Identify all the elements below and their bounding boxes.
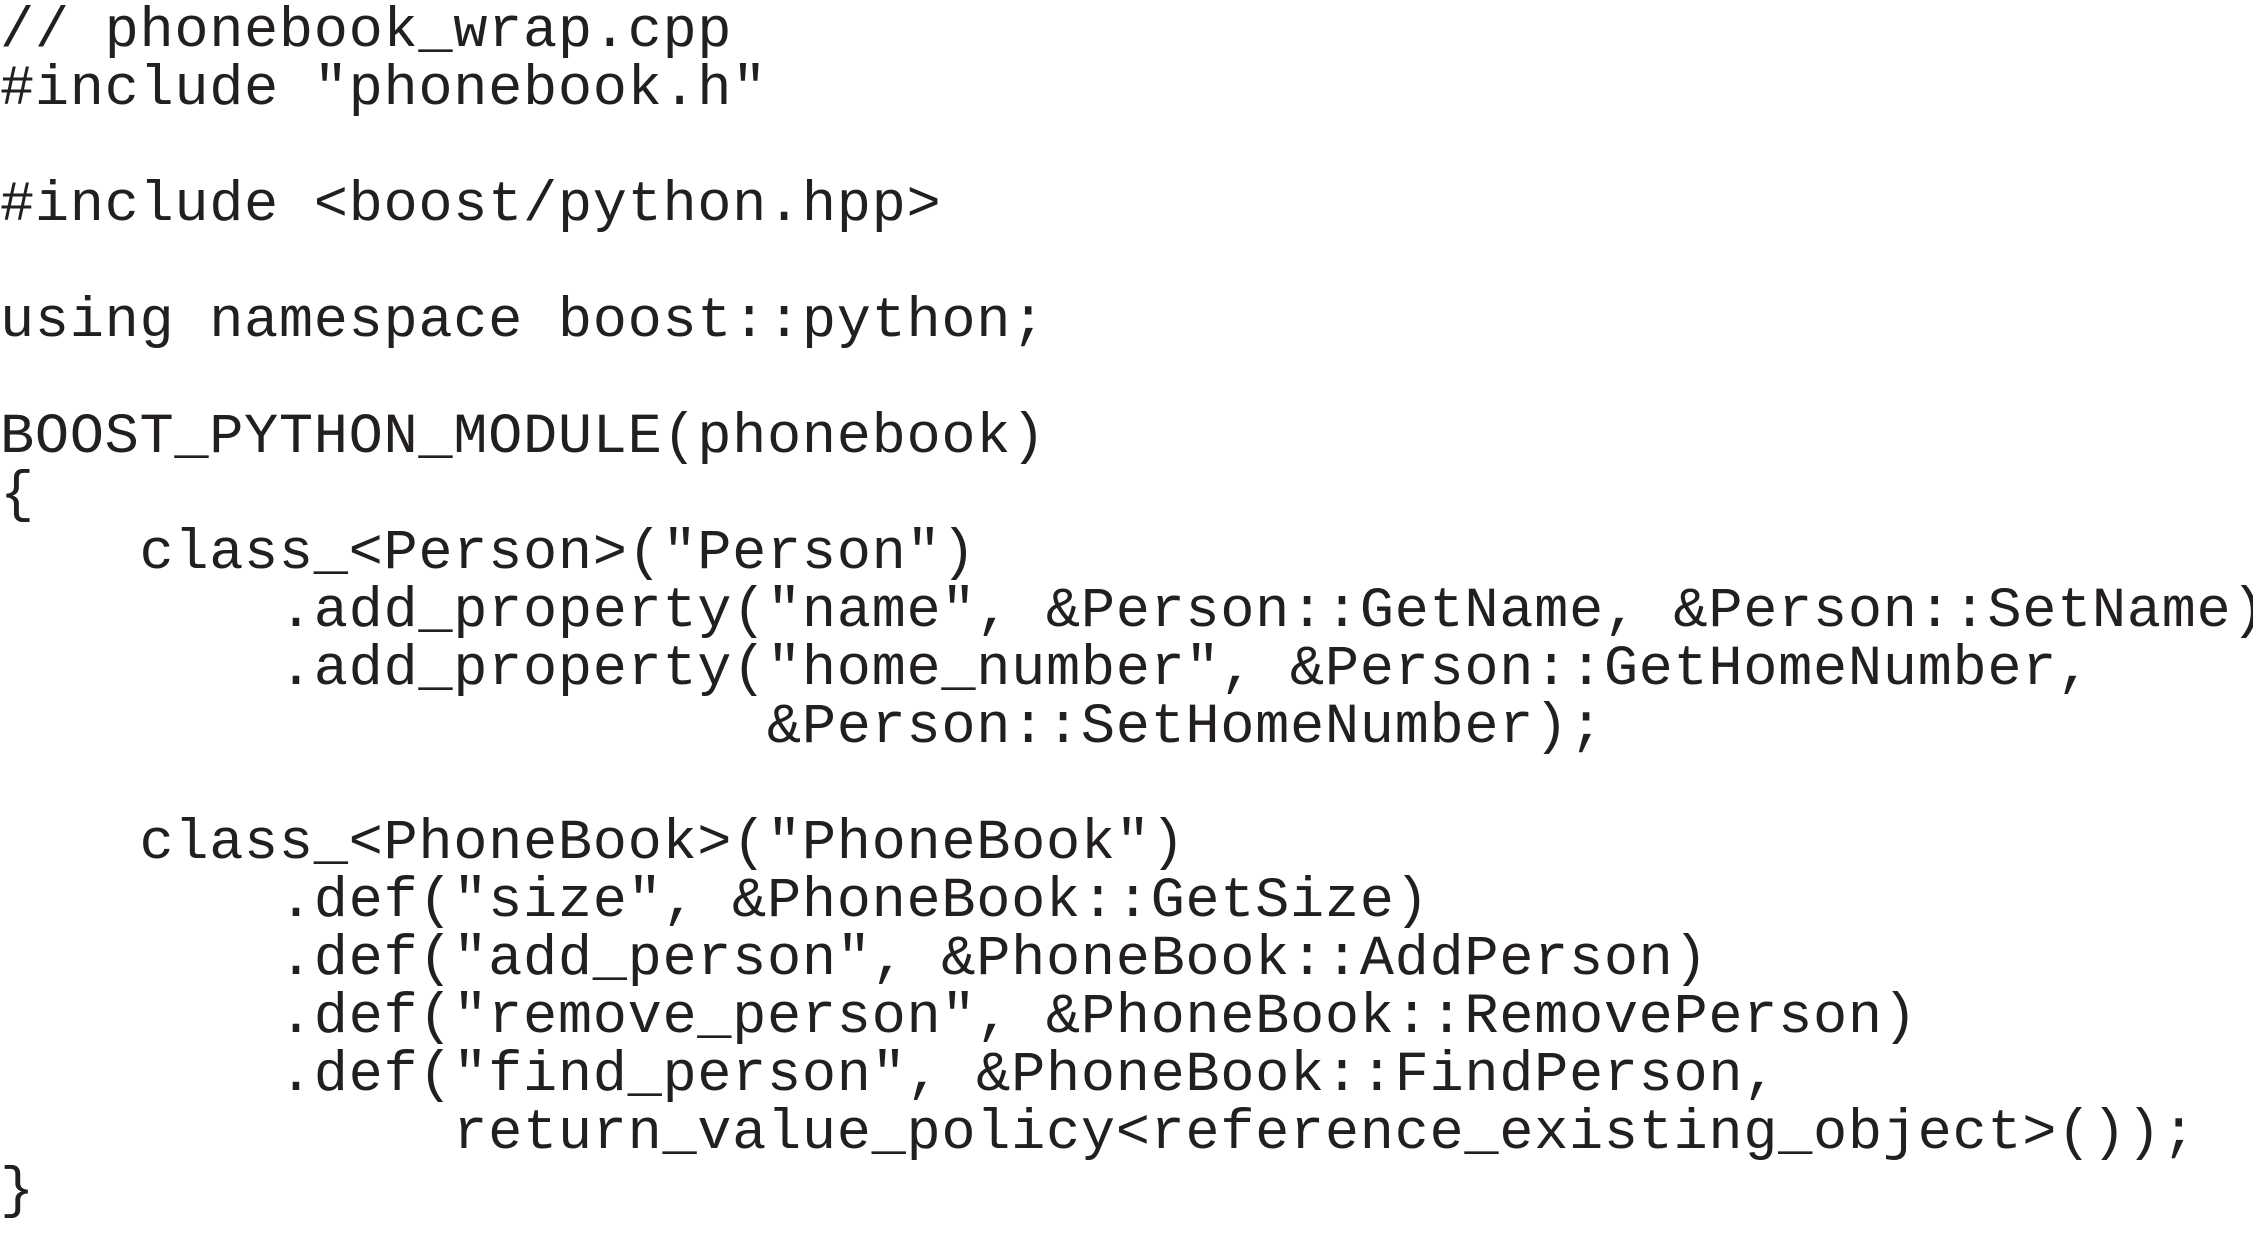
code-line-include-phonebook: #include "phonebook.h": [0, 58, 768, 122]
code-line-include-boost: #include <boost/python.hpp>: [0, 174, 942, 238]
code-line-module-macro: BOOST_PYTHON_MODULE(phonebook): [0, 406, 1046, 470]
code-line-using-namespace: using namespace boost::python;: [0, 290, 1046, 354]
code-line-open-brace: {: [0, 464, 35, 528]
code-listing: // phonebook_wrap.cpp #include "phonebook…: [0, 3, 2253, 1221]
code-line-class-person: class_<Person>("Person"): [0, 522, 977, 586]
code-line-close-brace: }: [0, 1160, 35, 1224]
code-line-def-add-person: .def("add_person", &PhoneBook::AddPerson…: [0, 928, 1709, 992]
code-line-set-home-number: &Person::SetHomeNumber);: [0, 696, 1604, 760]
code-line-class-phonebook: class_<PhoneBook>("PhoneBook"): [0, 812, 1186, 876]
code-line-def-remove-person: .def("remove_person", &PhoneBook::Remove…: [0, 986, 1918, 1050]
code-line-return-value-policy: return_value_policy<reference_existing_o…: [0, 1102, 2197, 1166]
code-line-add-property-home-number: .add_property("home_number", &Person::Ge…: [0, 638, 2092, 702]
code-line-comment-filename: // phonebook_wrap.cpp: [0, 0, 733, 64]
code-line-def-size: .def("size", &PhoneBook::GetSize): [0, 870, 1430, 934]
code-line-def-find-person: .def("find_person", &PhoneBook::FindPers…: [0, 1044, 1779, 1108]
code-line-add-property-name: .add_property("name", &Person::GetName, …: [0, 580, 2253, 644]
